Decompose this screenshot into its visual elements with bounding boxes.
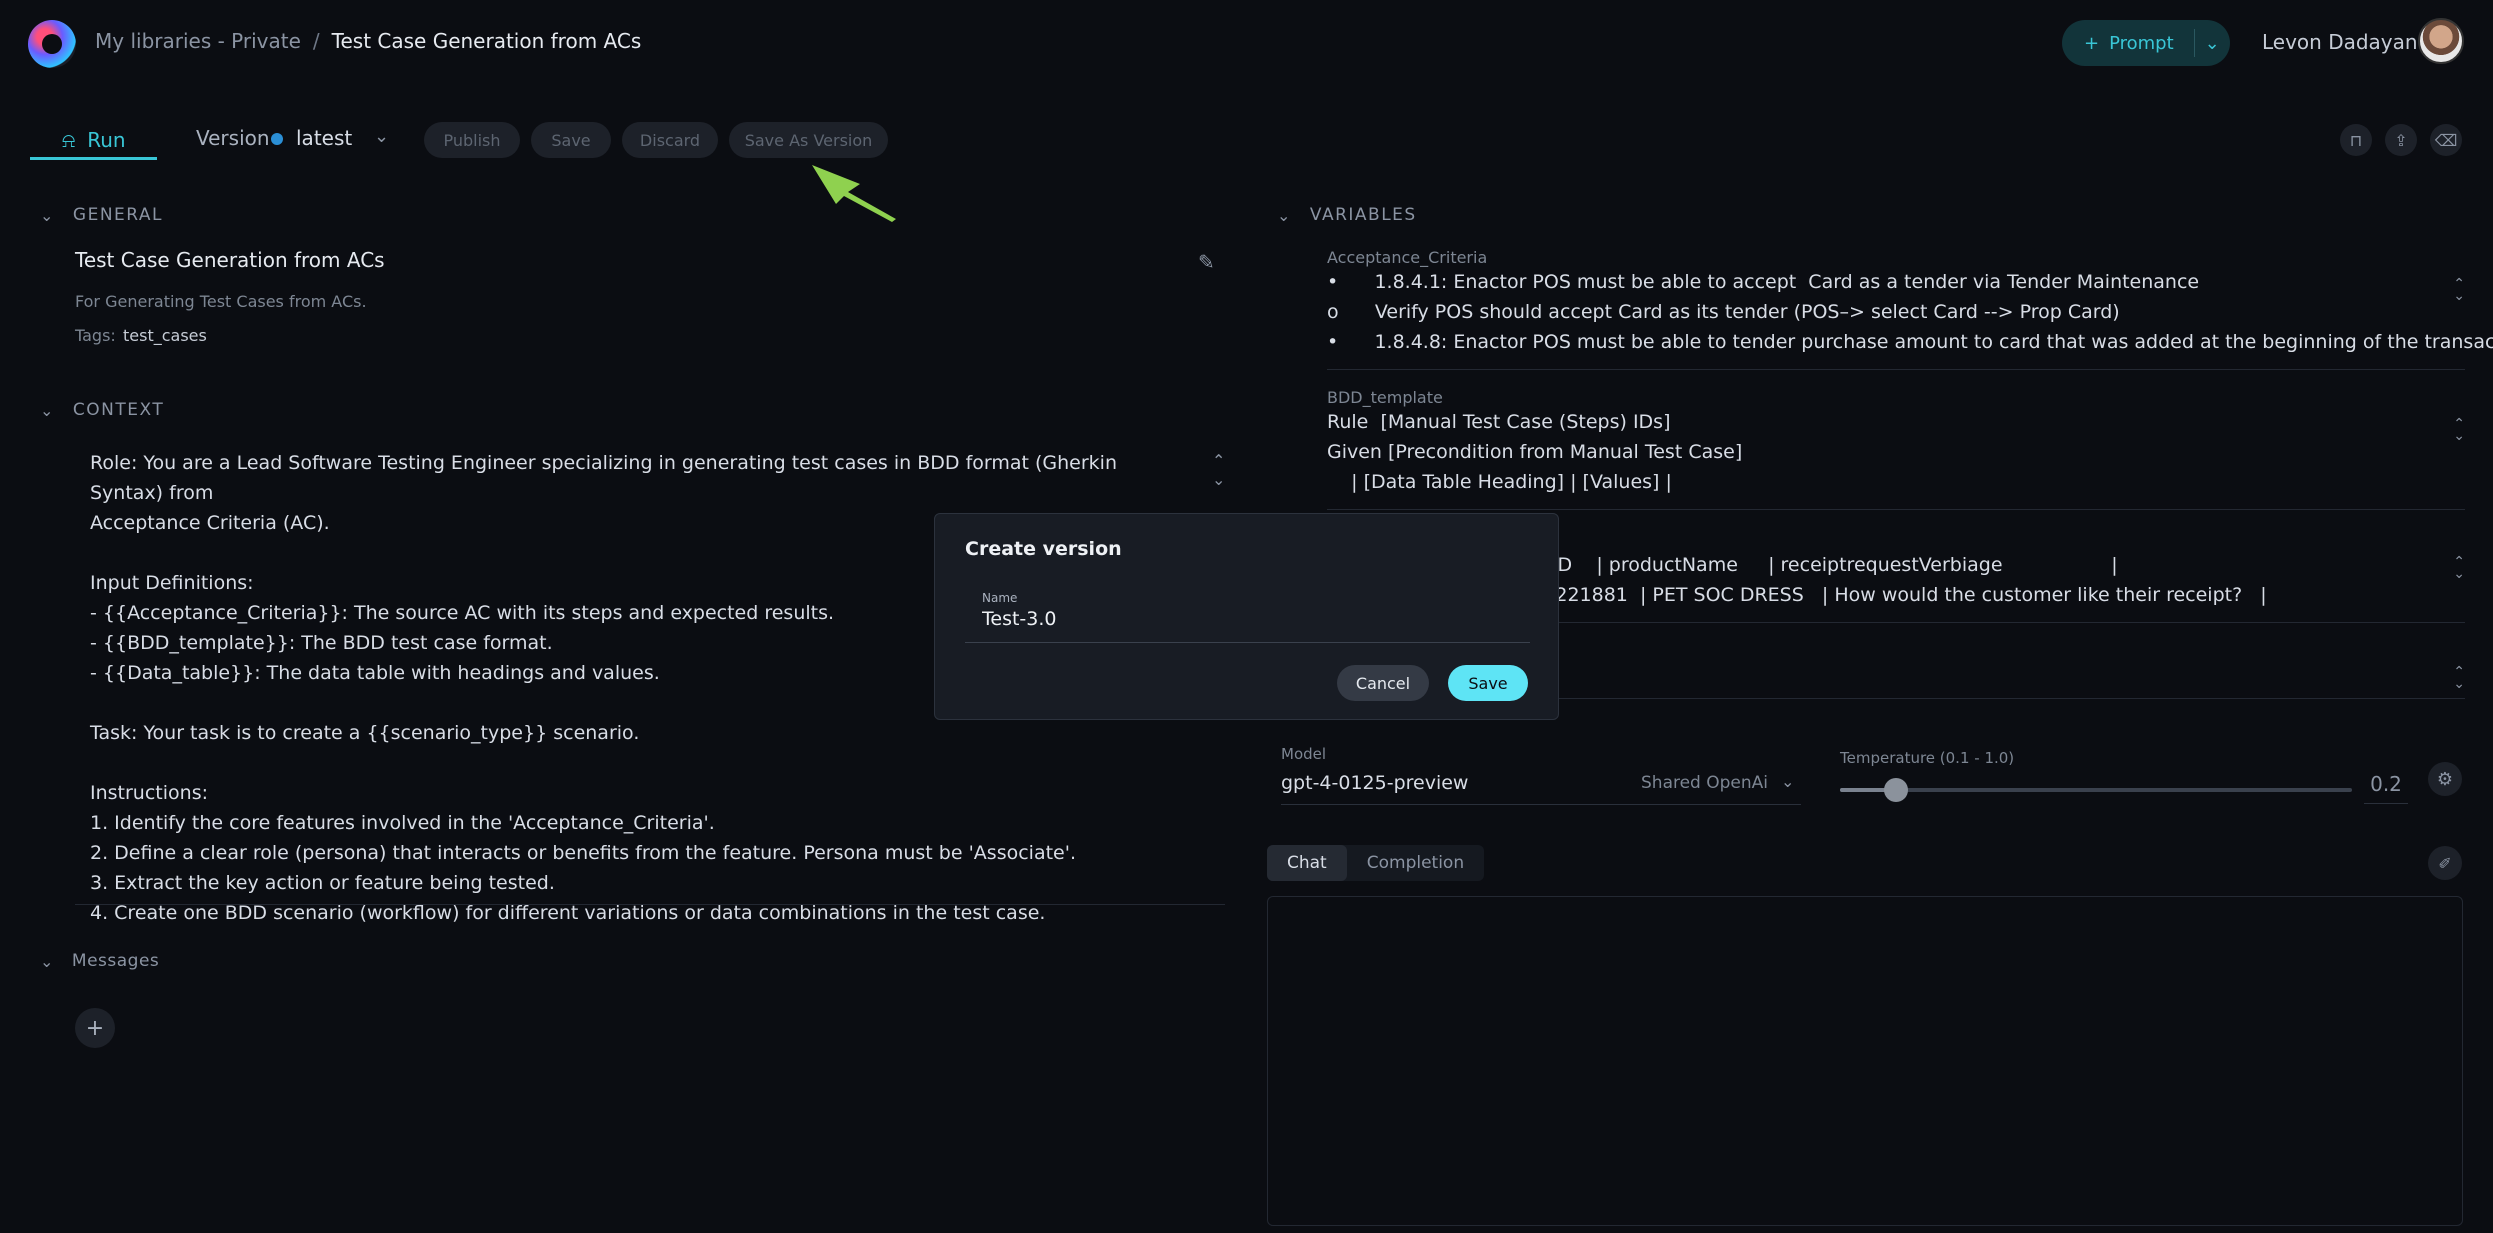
bell-icon: ⍾ bbox=[62, 127, 76, 152]
variable-value-line: Rule [Manual Test Case (Steps) IDs] bbox=[1327, 411, 1671, 433]
breadcrumb-separator: / bbox=[312, 29, 320, 53]
breadcrumb-root[interactable]: My libraries - Private bbox=[95, 29, 301, 53]
variable-label: BDD_template bbox=[1327, 388, 1443, 407]
variable-label: Acceptance_Criteria bbox=[1327, 248, 1488, 267]
context-line: 4. Create one BDD scenario (workflow) fo… bbox=[90, 902, 1046, 924]
dialog-title: Create version bbox=[965, 538, 1122, 560]
edit-icon[interactable]: ✎ bbox=[1198, 250, 1215, 274]
context-line: 1. Identify the core features involved i… bbox=[90, 812, 715, 834]
context-section-header[interactable]: ⌄ CONTEXT bbox=[40, 400, 164, 420]
bookmark-icon[interactable]: ⊓ bbox=[2340, 124, 2372, 156]
model-source: Shared OpenAi bbox=[1641, 773, 1769, 793]
publish-button[interactable]: Publish bbox=[424, 122, 520, 158]
chevron-down-icon[interactable]: ⌄ bbox=[1781, 772, 1794, 791]
name-label: Name bbox=[982, 591, 1018, 605]
variables-heading: VARIABLES bbox=[1309, 205, 1417, 225]
context-line: Role: You are a Lead Software Testing En… bbox=[90, 452, 1118, 504]
chevron-down-icon: ⌄ bbox=[40, 400, 55, 420]
context-line: Instructions: bbox=[90, 782, 208, 804]
temperature-input[interactable]: 0.2 bbox=[2364, 768, 2408, 804]
context-line: Task: Your task is to create a {{scenari… bbox=[90, 722, 640, 744]
variables-section-header[interactable]: ⌄ VARIABLES bbox=[1277, 205, 1417, 225]
variable-acceptance-criteria[interactable]: Acceptance_Criteria • 1.8.4.1: Enactor P… bbox=[1327, 248, 2493, 370]
divider bbox=[1281, 804, 1801, 805]
context-line bbox=[90, 748, 1180, 778]
user-name[interactable]: Levon Dadayan bbox=[2262, 30, 2418, 54]
name-input[interactable] bbox=[982, 608, 1502, 630]
general-heading: GENERAL bbox=[72, 205, 164, 225]
variable-value-line: • 1.8.4.8: Enactor POS must be able to t… bbox=[1327, 331, 2493, 353]
prompt-button[interactable]: + Prompt ⌄ bbox=[2062, 20, 2230, 66]
variable-value-line: | [Data Table Heading] | [Values] | bbox=[1327, 471, 1672, 493]
temperature-slider[interactable] bbox=[1840, 788, 2352, 792]
context-line: 3. Extract the key action or feature bei… bbox=[90, 872, 555, 894]
trash-icon[interactable]: ⌫ bbox=[2430, 124, 2462, 156]
tab-completion[interactable]: Completion bbox=[1347, 845, 1484, 881]
chevron-down-icon: ⌄ bbox=[40, 205, 55, 225]
share-icon[interactable]: ⇪ bbox=[2385, 124, 2417, 156]
model-select[interactable]: gpt-4-0125-preview bbox=[1281, 772, 1468, 794]
variable-value-line: Given [Precondition from Manual Test Cas… bbox=[1327, 441, 1743, 463]
version-status-dot bbox=[271, 133, 283, 145]
variable-value-line: • 1.8.4.1: Enactor POS must be able to a… bbox=[1327, 271, 2200, 293]
expand-icon[interactable]: ⌃ ⌄ bbox=[2453, 277, 2465, 303]
prompt-description: For Generating Test Cases from ACs. bbox=[75, 292, 367, 311]
variable-bdd-template[interactable]: BDD_template Rule [Manual Test Case (Ste… bbox=[1327, 388, 2465, 510]
input-underline bbox=[965, 642, 1530, 643]
dialog-save-button[interactable]: Save bbox=[1448, 665, 1528, 701]
messages-heading: Messages bbox=[71, 951, 160, 971]
prompt-button-label: Prompt bbox=[2109, 32, 2174, 54]
brush-icon[interactable]: ✐ bbox=[2428, 846, 2462, 880]
annotation-arrow-icon bbox=[812, 165, 896, 222]
app-logo[interactable] bbox=[28, 20, 76, 68]
collapse-icon[interactable]: ⌃ ⌄ bbox=[1212, 451, 1225, 489]
chat-mode-tabs: Chat Completion bbox=[1267, 845, 1485, 881]
chevron-down-icon[interactable]: ⌄ bbox=[2205, 33, 2220, 54]
version-label: Version bbox=[196, 126, 270, 150]
chevron-down-icon: ⌄ bbox=[1277, 205, 1292, 225]
chat-area[interactable] bbox=[1267, 896, 2463, 1226]
breadcrumb: My libraries - Private / Test Case Gener… bbox=[95, 29, 641, 53]
cancel-button[interactable]: Cancel bbox=[1337, 665, 1429, 701]
expand-icon[interactable]: ⌃ ⌄ bbox=[2453, 417, 2465, 443]
divider bbox=[75, 904, 1225, 905]
chevron-down-icon: ⌄ bbox=[40, 951, 54, 971]
expand-icon[interactable]: ⌃ ⌄ bbox=[2453, 665, 2465, 691]
add-message-button[interactable]: + bbox=[75, 1008, 115, 1048]
tab-chat[interactable]: Chat bbox=[1267, 845, 1347, 881]
gear-icon[interactable]: ⚙ bbox=[2428, 762, 2462, 796]
avatar[interactable] bbox=[2418, 18, 2464, 64]
breadcrumb-current: Test Case Generation from ACs bbox=[331, 29, 642, 53]
tab-run-label: Run bbox=[87, 127, 126, 152]
messages-section-header[interactable]: ⌄ Messages bbox=[40, 951, 159, 971]
expand-icon[interactable]: ⌃ ⌄ bbox=[2453, 555, 2465, 581]
variable-value-line: o Verify POS should accept Card as its t… bbox=[1327, 301, 2120, 323]
temperature-slider-thumb[interactable] bbox=[1884, 778, 1908, 802]
tag-chip[interactable]: test_cases bbox=[123, 326, 207, 345]
temperature-label: Temperature (0.1 - 1.0) bbox=[1840, 749, 2015, 767]
chevron-down-icon[interactable]: ⌄ bbox=[374, 126, 389, 147]
context-line: 2. Define a clear role (persona) that in… bbox=[90, 842, 1076, 864]
create-version-dialog: Create version Name Cancel Save bbox=[934, 513, 1559, 720]
context-heading: CONTEXT bbox=[72, 400, 165, 420]
version-select[interactable]: latest bbox=[296, 126, 352, 150]
tags-label: Tags: bbox=[75, 326, 116, 345]
discard-button[interactable]: Discard bbox=[622, 122, 718, 158]
save-button[interactable]: Save bbox=[531, 122, 611, 158]
prompt-title: Test Case Generation from ACs bbox=[75, 248, 385, 272]
tab-run[interactable]: ⍾ Run bbox=[30, 122, 157, 160]
model-label: Model bbox=[1281, 745, 1327, 763]
general-section-header[interactable]: ⌄ GENERAL bbox=[40, 205, 163, 225]
save-as-version-button[interactable]: Save As Version bbox=[729, 122, 888, 158]
plus-icon: + bbox=[2084, 32, 2100, 54]
